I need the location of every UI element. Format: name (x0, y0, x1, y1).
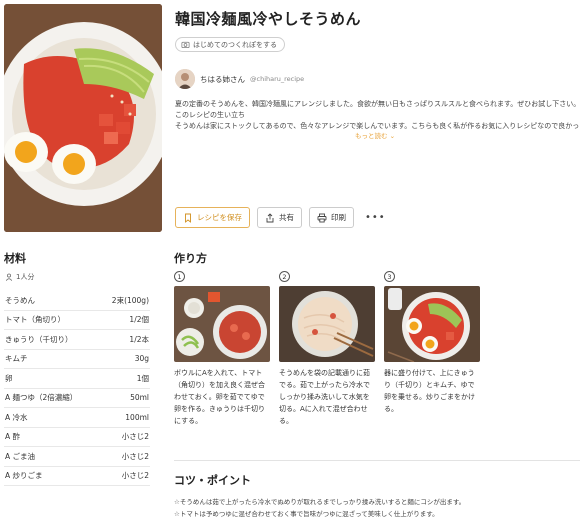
step-image[interactable] (279, 286, 375, 362)
share-label: 共有 (279, 213, 294, 222)
avatar[interactable] (175, 69, 195, 89)
ingredient-name: きゅうり（千切り） (5, 334, 73, 344)
description-line: 夏の定番のそうめんを、韓国冷麺風にアレンジしました。食欲が無い日もさっぱりスルス… (175, 100, 579, 108)
step-image[interactable] (384, 286, 480, 362)
person-icon (5, 273, 13, 281)
list-item: A 炒りごま 小さじ2 (4, 467, 150, 486)
tip-line: ☆トマトは予めつゆに混ぜ合わせておく事で旨味がつゆに混ざって美味しく仕上がります… (174, 510, 439, 518)
list-item: 卵 1個 (4, 369, 150, 389)
ingredient-name: トマト（角切り） (5, 315, 65, 325)
ingredient-amount: 100ml (125, 412, 149, 422)
first-tsukurepo-label: はじめてのつくれぽをする (193, 40, 277, 49)
list-item: A ごま油 小さじ2 (4, 447, 150, 467)
list-item: A 冷水 100ml (4, 408, 150, 428)
servings-label: 1人分 (16, 273, 35, 281)
ingredient-amount: 30g (134, 354, 149, 364)
save-recipe-button[interactable]: レシピを保存 (175, 207, 250, 228)
list-item: A 麺つゆ（2倍濃縮） 50ml (4, 389, 150, 408)
print-button[interactable]: 印刷 (309, 207, 354, 228)
ingredient-name: A ごま油 (5, 451, 36, 461)
ingredient-name: A 冷水 (5, 412, 28, 422)
list-item: そうめん 2束(100g) (4, 291, 150, 311)
step-item: 1 ボウルにAを入れて、トマト（角切り）を加え良く混ぜ合わせておく。卵を茹でてゆ… (174, 271, 270, 427)
recipe-hero-image (4, 4, 162, 232)
share-icon (266, 212, 274, 222)
ingredient-name: A 麺つゆ（2倍濃縮） (5, 393, 78, 403)
servings: 1人分 (5, 272, 34, 282)
step-text: そうめんを袋の記載通りに茹でる。茹で上がったら冷水でしっかり揉み洗いして水気を切… (279, 369, 370, 425)
recipe-description: 夏の定番のそうめんを、韓国冷麺風にアレンジしました。食欲が無い日もさっぱりスルス… (175, 99, 579, 132)
author-info[interactable]: ちはる姉さん @chiharu_recipe (175, 69, 304, 89)
step-number: 1 (174, 271, 185, 282)
recipe-actions: レシピを保存 共有 印刷 ••• (175, 207, 390, 228)
ingredient-name: A 酢 (5, 432, 21, 442)
ingredient-name: そうめん (5, 295, 35, 305)
save-recipe-label: レシピを保存 (197, 213, 242, 222)
ingredient-list: そうめん 2束(100g) トマト（角切り） 1/2個 きゅうり（千切り） 1/2本 … (4, 291, 150, 486)
tip-line: ☆そうめんは茹で上がったら冷水でぬめりが取れるまでしっかり揉み洗いすると麺にコシ… (174, 498, 466, 506)
tips-title: コツ・ポイント (174, 474, 251, 487)
list-item: キムチ 30g (4, 350, 150, 369)
list-item: A 酢 小さじ2 (4, 428, 150, 447)
step-image[interactable] (174, 286, 270, 362)
divider (174, 460, 580, 461)
camera-icon (181, 41, 190, 49)
step-number: 3 (384, 271, 395, 282)
step-text: ボウルにAを入れて、トマト（角切り）を加え良く混ぜ合わせておく。卵を茹でてゆで卵… (174, 369, 265, 425)
more-options-icon[interactable]: ••• (361, 212, 390, 223)
ingredients-title: 材料 (4, 252, 26, 265)
ingredient-amount: 小さじ2 (121, 471, 149, 481)
share-button[interactable]: 共有 (257, 207, 302, 228)
ingredient-amount: 1個 (136, 373, 149, 383)
ingredient-name: キムチ (5, 354, 28, 364)
step-item: 2 そうめんを袋の記載通りに茹でる。茹で上がったら冷水でしっかり揉み洗いして水気… (279, 271, 375, 427)
ingredient-name: 卵 (5, 373, 13, 383)
print-label: 印刷 (331, 213, 346, 222)
read-more-label: もっと読む (355, 132, 388, 140)
chevron-down-icon: ⌄ (389, 132, 396, 140)
author-name[interactable]: ちはる姉さん (200, 74, 245, 85)
bookmark-icon (185, 213, 191, 223)
print-icon (317, 213, 327, 222)
ingredient-amount: 1/2本 (129, 334, 149, 344)
list-item: トマト（角切り） 1/2個 (4, 311, 150, 330)
step-number: 2 (279, 271, 290, 282)
ingredient-amount: 小さじ2 (121, 451, 149, 461)
step-list: 1 ボウルにAを入れて、トマト（角切り）を加え良く混ぜ合わせておく。卵を茹でてゆ… (174, 271, 480, 427)
ingredient-name: A 炒りごま (5, 471, 43, 481)
ingredient-amount: 小さじ2 (121, 432, 149, 442)
description-line: このレシピの生い立ち (175, 111, 245, 119)
read-more-link[interactable]: もっと読む ⌄ (355, 130, 395, 140)
author-id: @chiharu_recipe (250, 75, 305, 83)
ingredient-amount: 1/2個 (129, 315, 149, 325)
step-text: 器に盛り付けて、上にきゅうり（千切り）とキムチ、ゆで卵を乗せる。炒りごまをかける… (384, 369, 475, 413)
steps-title: 作り方 (174, 252, 207, 265)
ingredient-amount: 50ml (130, 393, 149, 403)
step-item: 3 器に盛り付けて、上にきゅうり（千切り）とキムチ、ゆで卵を乗せる。炒りごまをか… (384, 271, 480, 427)
recipe-title: 韓国冷麺風冷やしそうめん (175, 10, 362, 28)
first-tsukurepo-button[interactable]: はじめてのつくれぽをする (175, 37, 285, 52)
ingredient-amount: 2束(100g) (111, 295, 149, 305)
list-item: きゅうり（千切り） 1/2本 (4, 330, 150, 350)
